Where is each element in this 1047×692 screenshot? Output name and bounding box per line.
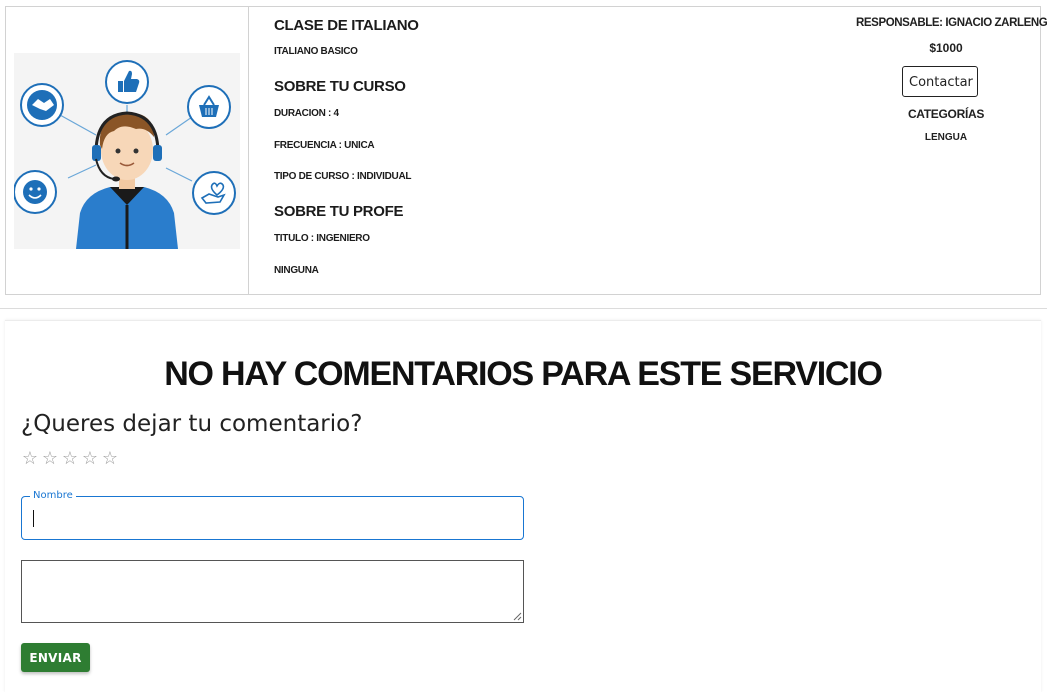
star-4-icon[interactable]: ☆ xyxy=(81,449,99,469)
star-1-icon[interactable]: ☆ xyxy=(21,449,39,469)
star-rating: ☆ ☆ ☆ ☆ ☆ xyxy=(21,449,119,469)
handshake-icon xyxy=(20,83,64,127)
service-title: CLASE DE ITALIANO xyxy=(274,17,419,34)
contact-button[interactable]: Contactar xyxy=(902,66,978,97)
comment-textarea[interactable] xyxy=(22,561,523,622)
service-price: $1000 xyxy=(929,41,963,55)
comment-field xyxy=(21,560,524,623)
category-label: LENGUA xyxy=(924,132,968,143)
send-button[interactable]: ENVIAR xyxy=(21,643,90,672)
support-agent-illustration xyxy=(13,53,240,249)
service-image-column xyxy=(6,7,249,294)
course-duration: DURACION : 4 xyxy=(274,108,339,119)
teacher-title: TITULO : INGENIERO xyxy=(274,233,370,244)
course-type: TIPO DE CURSO : INDIVIDUAL xyxy=(274,171,412,182)
star-2-icon[interactable]: ☆ xyxy=(41,449,59,469)
text-caret xyxy=(33,510,34,527)
smiley-icon xyxy=(13,170,57,214)
responsible-name: RESPONSABLE: IGNACIO ZARLENGA xyxy=(856,17,1047,29)
hand-heart-icon xyxy=(192,171,236,215)
service-info: CLASE DE ITALIANO ITALIANO BASICO SOBRE … xyxy=(274,7,834,294)
name-field: Nombre xyxy=(21,490,524,540)
leave-comment-heading: ¿Queres dejar tu comentario? xyxy=(21,411,363,437)
star-3-icon[interactable]: ☆ xyxy=(61,449,79,469)
categories-heading: CATEGORÍAS xyxy=(907,107,985,121)
comments-panel: NO HAY COMENTARIOS PARA ESTE SERVICIO ¿Q… xyxy=(5,320,1041,692)
service-card: CLASE DE ITALIANO ITALIANO BASICO SOBRE … xyxy=(5,6,1047,295)
thumbs-up-icon xyxy=(105,60,149,104)
basket-icon xyxy=(187,85,231,129)
no-comments-message: NO HAY COMENTARIOS PARA ESTE SERVICIO xyxy=(164,355,883,393)
service-subtitle: ITALIANO BASICO xyxy=(274,46,358,57)
teacher-extra: NINGUNA xyxy=(274,265,319,276)
course-heading: SOBRE TU CURSO xyxy=(274,78,406,95)
course-frequency: FRECUENCIA : UNICA xyxy=(274,140,375,151)
section-divider xyxy=(0,308,1047,309)
name-input[interactable] xyxy=(23,498,522,538)
star-5-icon[interactable]: ☆ xyxy=(101,449,119,469)
resize-grip-icon[interactable] xyxy=(513,612,522,621)
support-agent-figure xyxy=(76,111,178,249)
service-sidebar: RESPONSABLE: IGNACIO ZARLENGA $1000 Cont… xyxy=(856,7,1047,294)
teacher-heading: SOBRE TU PROFE xyxy=(274,203,404,220)
